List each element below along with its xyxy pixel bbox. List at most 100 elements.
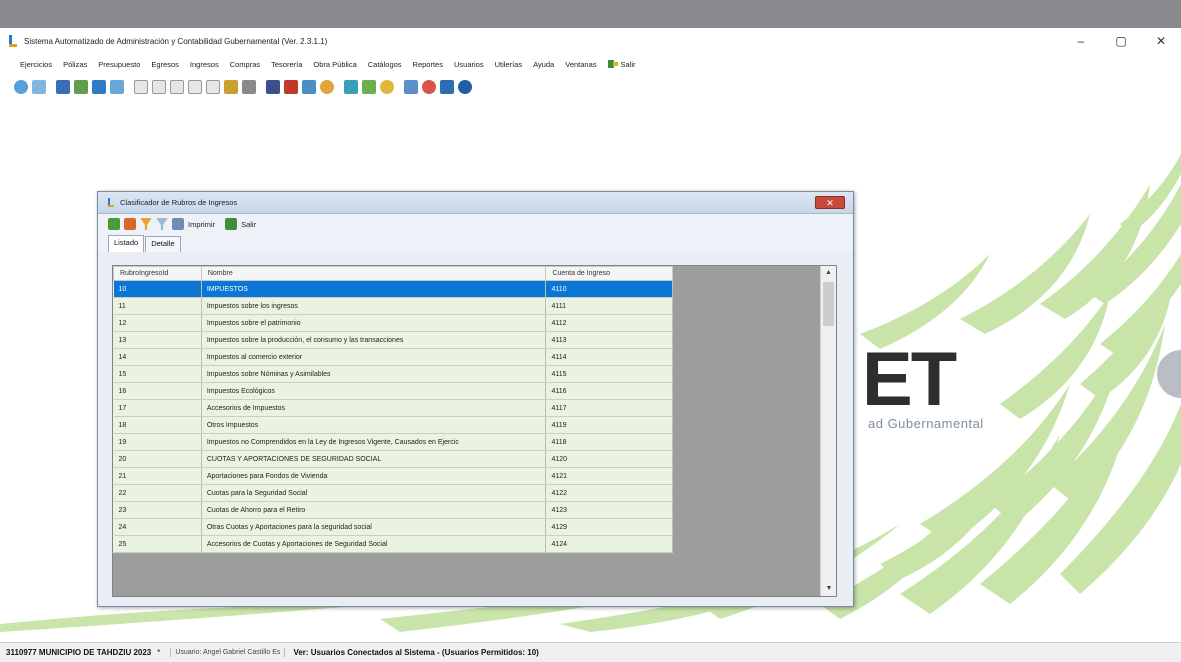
clear-filter-icon[interactable]: [156, 218, 168, 230]
table-row[interactable]: 17 Accesorios de Impuestos 4117: [113, 399, 673, 417]
folder-icon[interactable]: [110, 80, 124, 94]
exit-icon[interactable]: [225, 218, 238, 230]
print-button[interactable]: Imprimir: [188, 220, 215, 229]
cell-nombre: Impuestos al comercio exterior: [201, 348, 547, 366]
menu-polizas[interactable]: Pólizas: [63, 60, 87, 69]
window-icon-5[interactable]: [206, 80, 220, 94]
settings-icon[interactable]: [422, 80, 436, 94]
column-header-cuenta[interactable]: Cuenta de Ingreso: [545, 266, 673, 281]
table-row[interactable]: 15 Impuestos sobre Nóminas y Asimilables 4…: [113, 365, 673, 383]
dialog-app-icon: [108, 197, 114, 207]
menu-egresos[interactable]: Egresos: [151, 60, 179, 69]
cell-rubro-id: 11: [113, 297, 202, 315]
cell-rubro-id: 17: [113, 399, 202, 417]
window-icon-4[interactable]: [188, 80, 202, 94]
new-record-icon[interactable]: [108, 218, 120, 230]
cell-rubro-id: 16: [113, 382, 202, 400]
book-icon[interactable]: [92, 80, 106, 94]
tab-listado[interactable]: Listado: [108, 235, 145, 252]
pencil-icon[interactable]: [362, 80, 376, 94]
cell-cuenta: 4115: [545, 365, 673, 383]
dialog-close-button[interactable]: ✕: [815, 196, 845, 209]
sort-icon[interactable]: [404, 80, 418, 94]
menu-ayuda[interactable]: Ayuda: [533, 60, 554, 69]
chart-icon[interactable]: [284, 80, 298, 94]
table-row[interactable]: 24 Otras Cuotas y Aportaciones para la se…: [113, 518, 673, 536]
menu-ejercicios[interactable]: Ejercicios: [20, 60, 52, 69]
table-row[interactable]: 14 Impuestos al comercio exterior 4114: [113, 348, 673, 366]
money-icon[interactable]: [74, 80, 88, 94]
scroll-up-arrow-icon[interactable]: ▲: [821, 266, 836, 280]
help-icon[interactable]: [458, 80, 472, 94]
ledger-icon[interactable]: [56, 80, 70, 94]
maximize-button[interactable]: ▢: [1101, 28, 1141, 54]
table-row[interactable]: 12 Impuestos sobre el patrimonio 4112: [113, 314, 673, 332]
scroll-thumb[interactable]: [823, 282, 834, 326]
main-toolbar: [14, 76, 476, 98]
globe-icon[interactable]: [380, 80, 394, 94]
status-version: Ver: Usuarios Conectados al Sistema - (U…: [293, 648, 539, 657]
menu-catalogos[interactable]: Catálogos: [368, 60, 402, 69]
menu-tesoreria[interactable]: Tesorería: [271, 60, 302, 69]
cell-rubro-id: 23: [113, 501, 202, 519]
dialog-title: Clasificador de Rubros de Ingresos: [120, 198, 238, 207]
column-header-rubroingresoid[interactable]: RubroIngresoId: [113, 266, 202, 281]
back-icon[interactable]: [14, 80, 28, 94]
menu-presupuesto[interactable]: Presupuesto: [98, 60, 140, 69]
search-icon[interactable]: [320, 80, 334, 94]
cell-nombre: Impuestos sobre el patrimonio: [201, 314, 547, 332]
tools-icon[interactable]: [242, 80, 256, 94]
app-title: Sistema Automatizado de Administración y…: [24, 36, 328, 46]
cell-nombre: Cuotas de Ahorro para el Retiro: [201, 501, 547, 519]
cell-rubro-id: 20: [113, 450, 202, 468]
cell-cuenta: 4129: [545, 518, 673, 536]
dialog-tabs: Listado Detalle: [98, 234, 853, 252]
cell-cuenta: 4123: [545, 501, 673, 519]
cell-cuenta: 4122: [545, 484, 673, 502]
menu-compras[interactable]: Compras: [230, 60, 260, 69]
table-row[interactable]: 21 Aportaciones para Fondos de Vivienda 41…: [113, 467, 673, 485]
table-row[interactable]: 22 Cuotas para la Seguridad Social 4122: [113, 484, 673, 502]
table-row[interactable]: 20 CUOTAS Y APORTACIONES DE SEGURIDAD SOC…: [113, 450, 673, 468]
menu-reportes[interactable]: Reportes: [413, 60, 443, 69]
table-row[interactable]: 11 Impuestos sobre los ingresos 4111: [113, 297, 673, 315]
filter-icon[interactable]: [140, 218, 152, 230]
menu-ventanas[interactable]: Ventanas: [565, 60, 596, 69]
report-icon[interactable]: [266, 80, 280, 94]
table-row[interactable]: 19 Impuestos no Comprendidos en la Ley de…: [113, 433, 673, 451]
minimize-button[interactable]: –: [1061, 28, 1101, 54]
cell-rubro-id: 15: [113, 365, 202, 383]
logo-subtitle: ad Gubernamental: [868, 416, 984, 431]
document-icon[interactable]: [32, 80, 46, 94]
list-icon[interactable]: [344, 80, 358, 94]
tab-detalle[interactable]: Detalle: [145, 236, 181, 252]
rubros-table: RubroIngresoId Nombre Cuenta de Ingreso …: [113, 266, 673, 553]
table-row[interactable]: 16 Impuestos Ecológicos 4116: [113, 382, 673, 400]
menu-utilerias[interactable]: Utilerías: [495, 60, 523, 69]
cell-nombre: Accesorios de Impuestos: [201, 399, 547, 417]
delete-record-icon[interactable]: [124, 218, 136, 230]
box-icon[interactable]: [224, 80, 238, 94]
menu-obra-publica[interactable]: Obra Pública: [313, 60, 356, 69]
exit-button[interactable]: Salir: [241, 220, 256, 229]
print-icon[interactable]: [172, 218, 184, 230]
table-row[interactable]: 13 Impuestos sobre la producción, el cons…: [113, 331, 673, 349]
table-row[interactable]: 25 Accesorios de Cuotas y Aportaciones de…: [113, 535, 673, 553]
table-row[interactable]: 10 IMPUESTOS 4110: [113, 280, 673, 298]
window-icon-1[interactable]: [134, 80, 148, 94]
cell-nombre: CUOTAS Y APORTACIONES DE SEGURIDAD SOCIA…: [201, 450, 547, 468]
save-icon[interactable]: [440, 80, 454, 94]
menu-ingresos[interactable]: Ingresos: [190, 60, 219, 69]
people-icon[interactable]: [302, 80, 316, 94]
scroll-down-arrow-icon[interactable]: ▼: [821, 582, 836, 596]
window-icon-2[interactable]: [152, 80, 166, 94]
close-button[interactable]: ✕: [1141, 28, 1181, 54]
window-icon-3[interactable]: [170, 80, 184, 94]
table-row[interactable]: 18 Otros Impuestos 4119: [113, 416, 673, 434]
column-header-nombre[interactable]: Nombre: [200, 266, 547, 281]
table-row[interactable]: 23 Cuotas de Ahorro para el Retiro 4123: [113, 501, 673, 519]
menu-salir[interactable]: Salir: [607, 59, 636, 69]
screen-top-strip: [0, 0, 1181, 28]
grid-vertical-scrollbar[interactable]: ▲ ▼: [820, 266, 836, 596]
menu-usuarios[interactable]: Usuarios: [454, 60, 484, 69]
